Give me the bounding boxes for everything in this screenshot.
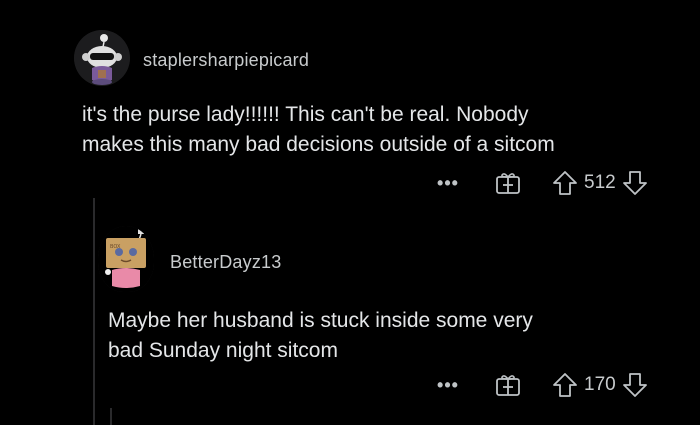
comment-body-line: Maybe her husband is stuck inside some v… [108,309,533,332]
downvote-icon[interactable] [622,372,648,398]
comment-actions: ••• 170 [418,372,648,398]
username[interactable]: BetterDayz13 [170,252,281,273]
gift-icon [495,373,521,397]
vote-score: 170 [584,374,616,395]
nested-thread-line[interactable] [110,408,112,425]
comment-body: Maybe her husband is stuck inside some v… [108,306,668,366]
svg-text:BOX: BOX [110,244,121,250]
comment-body-line: bad Sunday night sitcom [108,339,338,362]
upvote-icon[interactable] [552,372,578,398]
award-button[interactable] [478,373,538,397]
comment-thread: staplersharpiepicard it's the purse lady… [0,0,700,425]
more-options-button[interactable]: ••• [418,375,478,396]
thread-line[interactable] [93,198,95,425]
reply-comment: BOX BetterDayz13 Maybe her husband is st… [0,0,700,397]
vote-controls: 170 [552,372,648,398]
snoo-box-head-avatar-icon[interactable]: BOX [98,226,154,292]
